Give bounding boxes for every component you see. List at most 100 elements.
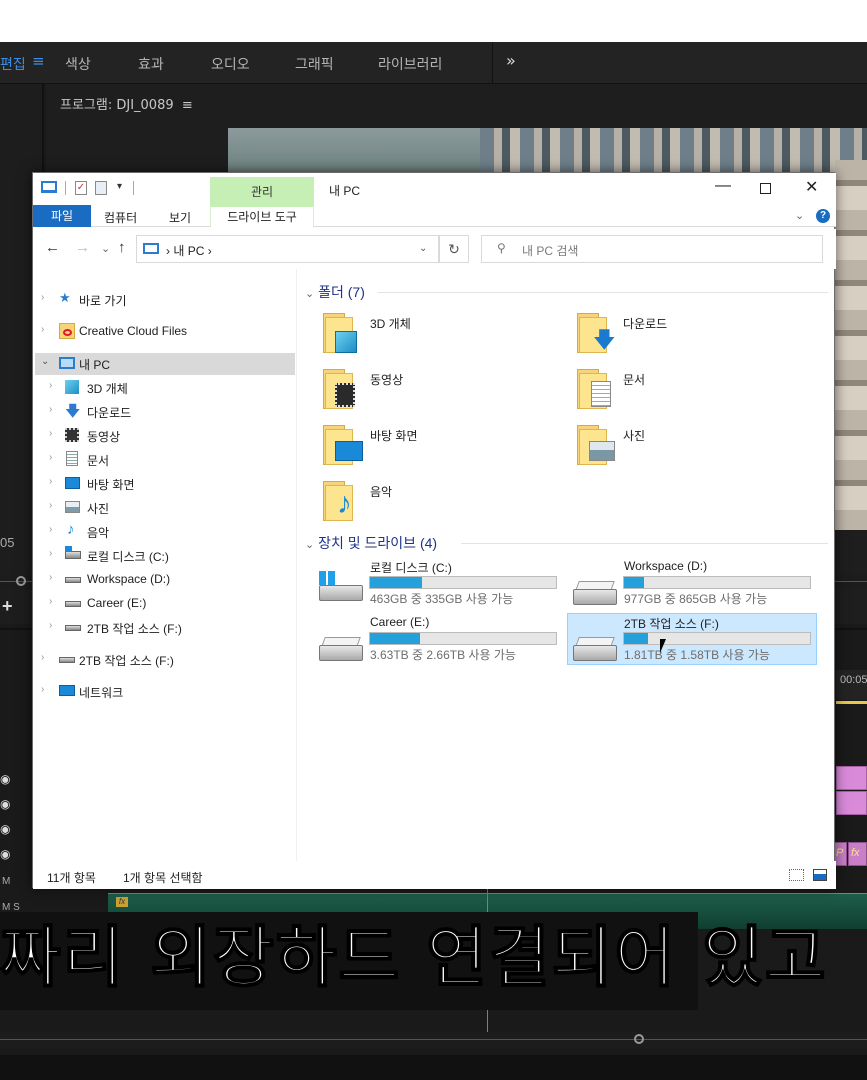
3d-objects-folder-icon[interactable] xyxy=(323,313,359,353)
more-workspaces-icon[interactable]: » xyxy=(506,51,516,70)
folder-label[interactable]: 동영상 xyxy=(370,371,403,388)
nav-item-label: 음악 xyxy=(87,526,110,540)
close-button[interactable]: ✕ xyxy=(805,177,818,197)
chevron-right-icon[interactable]: › xyxy=(41,324,44,335)
forward-button[interactable]: → xyxy=(75,239,90,256)
large-icons-view-icon[interactable] xyxy=(813,869,827,881)
workspace-tab-edit[interactable]: 편집 xyxy=(0,54,26,74)
folder-label[interactable]: 문서 xyxy=(623,371,645,388)
nav-item-label: 문서 xyxy=(87,454,110,468)
chevron-down-icon[interactable]: ⌄ xyxy=(41,356,49,367)
drive-space-text: 1.81TB 중 1.58TB 사용 가능 xyxy=(624,648,770,662)
up-button[interactable]: ↑ xyxy=(118,239,126,256)
chevron-right-icon[interactable]: › xyxy=(49,452,52,463)
drives-section-header[interactable]: ⌄ 장치 및 드라이브 (4) xyxy=(305,533,437,553)
selected-count: 1개 항목 선택함 xyxy=(123,871,203,885)
document-folder-icon[interactable] xyxy=(577,369,613,409)
chevron-right-icon[interactable]: › xyxy=(49,596,52,607)
chevron-right-icon[interactable]: › xyxy=(49,548,52,559)
track-mute-label[interactable]: M xyxy=(2,876,10,887)
folder-label[interactable]: 3D 개체 xyxy=(370,315,411,332)
file-explorer-window[interactable]: ✓ ▾ 관리 내 PC — ✕ 파일 컴퓨터 보기 드라이브 도구 ⌄ ? ← … xyxy=(32,172,836,889)
drive-label[interactable]: 로컬 디스크 (C:) xyxy=(370,559,452,576)
chevron-right-icon[interactable]: › xyxy=(49,380,52,391)
chevron-right-icon[interactable]: › xyxy=(49,500,52,511)
scrub-handle[interactable] xyxy=(16,576,26,586)
workspace-tab-graphics[interactable]: 그래픽 xyxy=(295,54,334,74)
address-dropdown-icon[interactable]: ⌄ xyxy=(419,243,427,254)
chevron-right-icon[interactable]: › xyxy=(41,684,44,695)
ribbon-tabs xyxy=(33,205,836,227)
back-button[interactable]: ← xyxy=(45,239,60,256)
video-clip[interactable] xyxy=(836,791,867,815)
program-monitor-title[interactable]: 프로그램: DJI_0089 ≡ xyxy=(60,94,193,113)
workspace-tab-effects[interactable]: 효과 xyxy=(138,54,164,74)
track-eye-icon[interactable]: ◉ xyxy=(0,822,10,836)
windows-drive-icon[interactable] xyxy=(319,571,363,601)
panel-menu-icon[interactable]: ≡ xyxy=(182,98,193,113)
nav-item-label: 바탕 화면 xyxy=(87,478,135,492)
video-folder-icon[interactable] xyxy=(323,369,359,409)
zoom-scroll-knob[interactable] xyxy=(634,1034,644,1044)
track-eye-icon[interactable]: ◉ xyxy=(0,847,10,861)
workspace-tab-libraries[interactable]: 라이브러리 xyxy=(378,54,442,74)
drive-label[interactable]: 2TB 작업 소스 (F:) xyxy=(624,615,719,632)
chevron-right-icon[interactable]: › xyxy=(49,524,52,535)
details-view-icon[interactable] xyxy=(789,869,804,881)
music-icon: ♪ xyxy=(67,521,75,538)
address-path[interactable]: › 내 PC › xyxy=(166,242,212,259)
folder-label[interactable]: 바탕 화면 xyxy=(370,427,418,444)
timeline-zoom-scroll[interactable] xyxy=(0,1032,867,1048)
pane-splitter[interactable] xyxy=(296,269,297,861)
chevron-down-icon[interactable]: ⌄ xyxy=(305,539,314,551)
properties-icon[interactable]: ✓ xyxy=(75,181,87,195)
chevron-right-icon[interactable]: › xyxy=(49,476,52,487)
chevron-right-icon[interactable]: › xyxy=(41,292,44,303)
folders-section-header[interactable]: ⌄ 폴더 (7) xyxy=(305,282,365,302)
customize-toolbar-icon[interactable]: ▾ xyxy=(117,181,122,192)
help-icon[interactable]: ? xyxy=(816,209,830,223)
workspace-tab-color[interactable]: 색상 xyxy=(65,54,91,74)
tab-computer[interactable]: 컴퓨터 xyxy=(104,209,137,226)
drive-icon[interactable] xyxy=(573,635,617,661)
nav-item-label: 내 PC xyxy=(79,358,111,372)
track-eye-icon[interactable]: ◉ xyxy=(0,797,10,811)
drive-label[interactable]: Career (E:) xyxy=(370,615,429,629)
picture-folder-icon[interactable] xyxy=(577,425,615,465)
folder-label[interactable]: 다운로드 xyxy=(623,315,667,332)
tab-drive-tools[interactable]: 드라이브 도구 xyxy=(210,205,314,227)
chevron-right-icon[interactable]: › xyxy=(41,652,44,663)
desktop-folder-icon[interactable] xyxy=(323,425,363,465)
video-clip[interactable] xyxy=(836,766,867,790)
drive-space-text: 463GB 중 335GB 사용 가능 xyxy=(370,592,514,606)
clip-fx[interactable]: fx xyxy=(848,842,867,866)
music-folder-icon[interactable]: ♪ xyxy=(323,481,359,521)
expand-ribbon-icon[interactable]: ⌄ xyxy=(795,209,804,222)
download-icon: 🡇 xyxy=(65,403,81,420)
chevron-right-icon[interactable]: › xyxy=(49,620,52,631)
network-icon xyxy=(59,685,75,696)
workspace-tab-audio[interactable]: 오디오 xyxy=(211,54,250,74)
workspace-menu-icon[interactable]: ≡ xyxy=(32,52,45,70)
maximize-button[interactable] xyxy=(760,183,771,194)
tab-file[interactable]: 파일 xyxy=(33,205,91,227)
nav-item-label: 동영상 xyxy=(87,430,121,444)
drive-icon[interactable] xyxy=(319,635,363,661)
chevron-right-icon[interactable]: › xyxy=(49,404,52,415)
folder-label[interactable]: 음악 xyxy=(370,483,392,500)
new-folder-icon[interactable] xyxy=(95,181,107,195)
chevron-down-icon[interactable]: ⌄ xyxy=(305,288,314,300)
folder-label[interactable]: 사진 xyxy=(623,427,645,444)
chevron-right-icon[interactable]: › xyxy=(49,428,52,439)
minimize-button[interactable]: — xyxy=(715,177,731,195)
tab-view[interactable]: 보기 xyxy=(169,209,191,226)
refresh-button[interactable]: ↻ xyxy=(439,235,469,263)
bottom-bar xyxy=(0,1055,867,1080)
add-button[interactable]: + xyxy=(2,596,13,617)
track-eye-icon[interactable]: ◉ xyxy=(0,772,10,786)
drive-label[interactable]: Workspace (D:) xyxy=(624,559,707,573)
chevron-right-icon[interactable]: › xyxy=(49,572,52,583)
drive-icon[interactable] xyxy=(573,579,617,605)
download-folder-icon[interactable]: 🡇 xyxy=(577,313,616,353)
recent-locations-icon[interactable]: ⌄ xyxy=(101,242,110,255)
